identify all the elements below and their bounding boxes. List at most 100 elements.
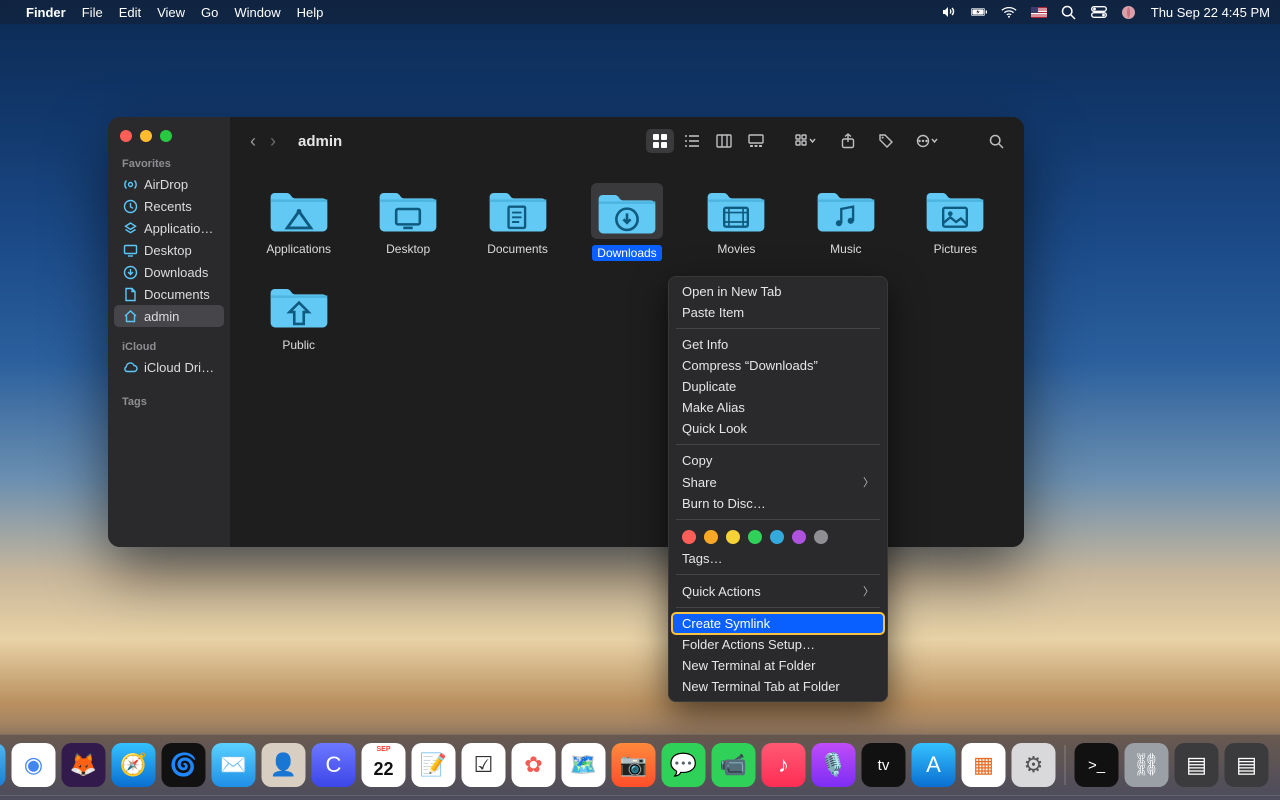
minimize-button[interactable] [140,130,152,142]
sidebar-item-icloud-drive[interactable]: iCloud Dri… [114,356,224,378]
dock-finder[interactable]: 🙂 [0,743,6,787]
tag-color-dot[interactable] [682,530,696,544]
menu-item[interactable]: Paste Item [668,302,888,323]
control-center-icon[interactable] [1091,4,1107,20]
dock-terminal[interactable]: >_ [1075,743,1119,787]
back-button[interactable]: ‹ [250,131,256,152]
folder-label: Applications [261,241,336,257]
share-button[interactable] [834,129,862,153]
dock-maps[interactable]: 🗺️ [562,743,606,787]
fullscreen-button[interactable] [160,130,172,142]
action-button[interactable] [910,129,944,153]
folder-item-music[interactable]: Music [795,183,896,261]
dock-firefox[interactable]: 🦊 [62,743,106,787]
search-button[interactable] [982,129,1010,153]
menu-window[interactable]: Window [234,5,280,20]
menu-item[interactable]: Open in New Tab [668,281,888,302]
menu-item[interactable]: Get Info [668,334,888,355]
dock-contacts[interactable]: 👤 [262,743,306,787]
menu-item[interactable]: Quick Actions〉 [668,580,888,602]
battery-icon[interactable] [971,4,987,20]
menu-item[interactable]: Burn to Disc… [668,493,888,514]
menu-file[interactable]: File [82,5,103,20]
menu-item[interactable]: Create Symlink [672,613,884,634]
sidebar-item-admin[interactable]: admin [114,305,224,327]
sidebar-item-applications[interactable]: Applicatio… [114,217,224,239]
menu-item[interactable]: Duplicate [668,376,888,397]
wifi-icon[interactable] [1001,4,1017,20]
folder-item-movies[interactable]: Movies [686,183,787,261]
sidebar-item-airdrop[interactable]: AirDrop [114,173,224,195]
dock-appstore[interactable]: A [912,743,956,787]
context-menu: Open in New TabPaste Item Get InfoCompres… [668,276,888,702]
dock-notes[interactable]: 📝 [412,743,456,787]
input-source-flag-icon[interactable] [1031,7,1047,18]
sidebar-item-desktop[interactable]: Desktop [114,239,224,261]
dock-tv[interactable]: tv [862,743,906,787]
tag-color-dot[interactable] [814,530,828,544]
gallery-view-button[interactable] [742,129,770,153]
list-view-button[interactable] [678,129,706,153]
menu-go[interactable]: Go [201,5,218,20]
folder-item-public[interactable]: Public [248,279,349,353]
menu-help[interactable]: Help [297,5,324,20]
sidebar-item-downloads[interactable]: Downloads [114,261,224,283]
status-item-icon[interactable] [1121,4,1137,20]
folder-item-desktop[interactable]: Desktop [357,183,458,261]
menu-edit[interactable]: Edit [119,5,141,20]
dock-safari[interactable]: 🧭 [112,743,156,787]
sidebar-item-documents[interactable]: Documents [114,283,224,305]
tag-color-dot[interactable] [748,530,762,544]
dock-automator[interactable]: ⛓ [1125,743,1169,787]
dock-app-c[interactable]: C [312,743,356,787]
dock-stack1[interactable]: ▤ [1175,743,1219,787]
dock-reminders[interactable]: ☑︎ [462,743,506,787]
menu-item[interactable]: Quick Look [668,418,888,439]
tag-color-dot[interactable] [726,530,740,544]
folder-item-applications[interactable]: Applications [248,183,349,261]
menu-item[interactable]: Folder Actions Setup… [668,634,888,655]
folder-item-pictures[interactable]: Pictures [905,183,1006,261]
folder-item-downloads[interactable]: Downloads [576,183,677,261]
spotlight-icon[interactable] [1061,4,1077,20]
icon-view-button[interactable] [646,129,674,153]
dock-facetime[interactable]: 📹 [712,743,756,787]
dock-trash[interactable]: 🗑️ [1275,743,1280,787]
menu-item[interactable]: Tags… [668,548,888,569]
tag-color-dot[interactable] [792,530,806,544]
dock-settings[interactable]: ⚙︎ [1012,743,1056,787]
menu-item[interactable]: Make Alias [668,397,888,418]
menu-item[interactable]: Copy [668,450,888,471]
dock-calendar[interactable]: SEP22 [362,743,406,787]
app-name[interactable]: Finder [26,5,66,20]
dock-chrome[interactable]: ◉ [12,743,56,787]
menu-item[interactable]: New Terminal at Folder [668,655,888,676]
dock-podcasts[interactable]: 🎙️ [812,743,856,787]
folder-content[interactable]: Applications DesktopDocumentsDownloadsMov… [230,165,1024,547]
tags-button[interactable] [872,129,900,153]
dock-mail[interactable]: ✉️ [212,743,256,787]
volume-icon[interactable] [941,4,957,20]
tag-color-dot[interactable] [704,530,718,544]
dock-photobooth[interactable]: 📷 [612,743,656,787]
dock-ms365[interactable]: ▦ [962,743,1006,787]
folder-item-documents[interactable]: Documents [467,183,568,261]
dock-music[interactable]: ♪ [762,743,806,787]
menu-item[interactable]: New Terminal Tab at Folder [668,676,888,697]
forward-button[interactable]: › [270,131,276,152]
tag-color-dot[interactable] [770,530,784,544]
menu-view[interactable]: View [157,5,185,20]
dock-stack2[interactable]: ▤ [1225,743,1269,787]
sidebar-item-recents[interactable]: Recents [114,195,224,217]
menu-item[interactable]: Share〉 [668,471,888,493]
group-by-button[interactable] [788,129,824,153]
menu-item[interactable]: Compress “Downloads” [668,355,888,376]
clock[interactable]: Thu Sep 22 4:45 PM [1151,5,1270,20]
column-view-button[interactable] [710,129,738,153]
menu-separator [676,607,880,608]
dock-photos[interactable]: ✿ [512,743,556,787]
folder-icon [921,183,989,235]
dock-messages[interactable]: 💬 [662,743,706,787]
close-button[interactable] [120,130,132,142]
dock-siri[interactable]: 🌀 [162,743,206,787]
